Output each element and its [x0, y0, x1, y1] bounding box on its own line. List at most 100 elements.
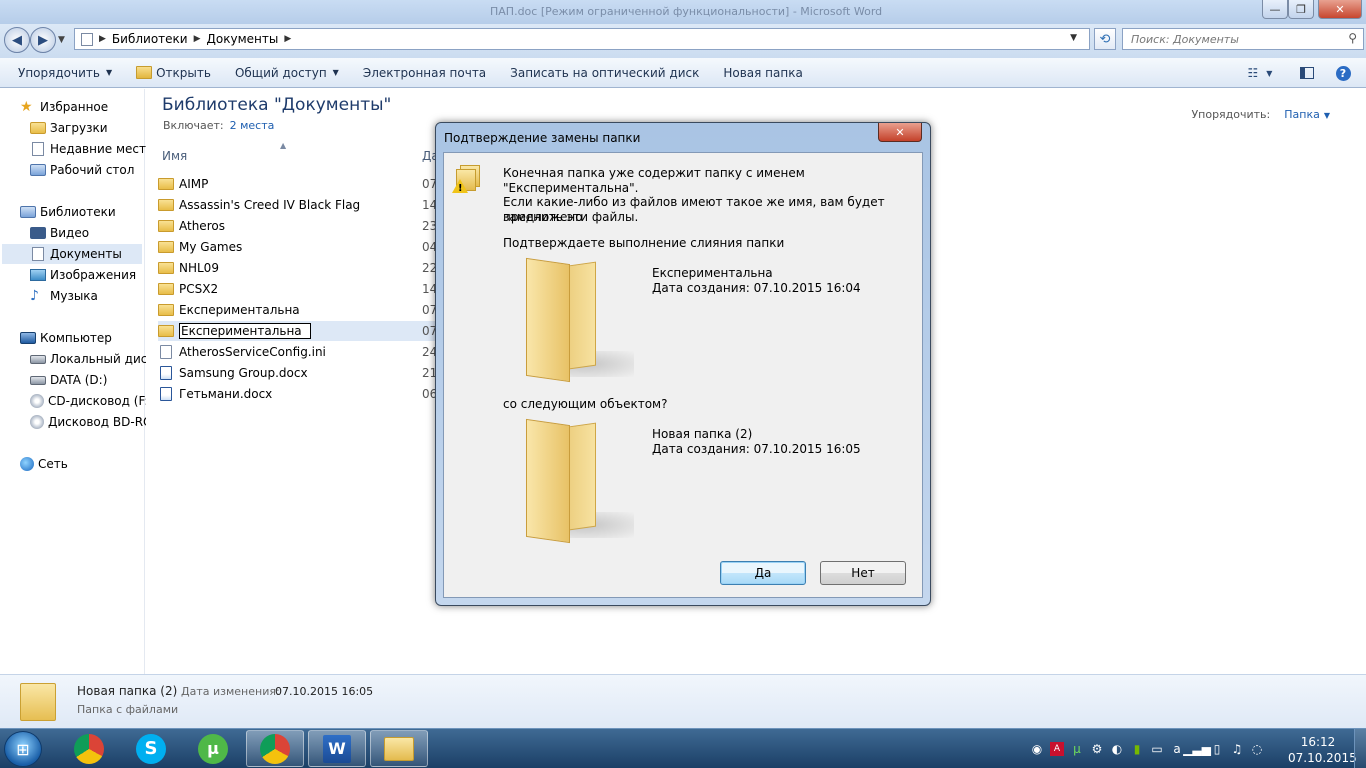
chevron-down-icon[interactable]: ▼ [1324, 111, 1330, 120]
back-button[interactable]: ◀ [4, 27, 30, 53]
chevron-down-icon: ▼ [332, 68, 339, 77]
volume-icon[interactable]: ♫ [1230, 742, 1244, 756]
share-button[interactable]: Общий доступ ▼ [223, 58, 351, 88]
nav-images[interactable]: Изображения [30, 265, 136, 285]
close-window-button[interactable]: ✕ [1318, 0, 1362, 19]
file-row[interactable]: My Games 04 [158, 237, 458, 257]
arrange-by: Упорядочить: Папка ▼ [1191, 108, 1330, 121]
nav-downloads[interactable]: Загрузки [30, 118, 108, 138]
breadcrumb-libraries[interactable]: Библиотеки [112, 32, 188, 46]
file-row[interactable]: AtherosServiceConfig.ini 24 [158, 342, 458, 362]
taskbar-chrome-2[interactable] [246, 730, 304, 767]
file-name: Samsung Group.docx [179, 366, 308, 380]
source-folder-date: Дата создания: 07.10.2015 16:04 [652, 281, 861, 295]
utorrent-tray-icon[interactable]: µ [1070, 742, 1084, 756]
rename-input[interactable]: Експериментальна [179, 323, 311, 339]
search-input[interactable]: Поиск: Документы ⚲ [1122, 28, 1364, 50]
breadcrumb-separator-icon[interactable]: ▶ [284, 34, 291, 44]
new-folder-label: Новая папка [723, 65, 803, 80]
nav-local-disk[interactable]: Локальный диск [30, 349, 155, 369]
start-button[interactable]: ⊞ [4, 731, 42, 767]
clock-date: 07.10.2015 [1288, 751, 1357, 765]
refresh-button[interactable]: ⟲ [1094, 28, 1116, 50]
taskbar-chrome[interactable] [60, 730, 118, 767]
drive-icon [30, 354, 46, 364]
nav-label: Дисковод BD-RO [48, 415, 153, 429]
file-row[interactable]: Assassin's Creed IV Black Flag 14 [158, 195, 458, 215]
minimize-button[interactable]: — [1262, 0, 1288, 19]
forward-button[interactable]: ▶ [30, 27, 56, 53]
column-header-name[interactable]: ▲ Имя [158, 141, 458, 167]
power-icon[interactable]: ▯ [1210, 742, 1224, 756]
preview-pane-button[interactable] [1296, 58, 1318, 88]
nav-data-d[interactable]: DATA (D:) [30, 370, 107, 390]
email-button[interactable]: Электронная почта [351, 58, 498, 88]
address-dropdown-icon[interactable]: ▼ [1070, 33, 1077, 43]
wifi-icon[interactable]: ◉ [1030, 742, 1044, 756]
search-icon[interactable]: ⚲ [1348, 31, 1357, 45]
word-document-icon [160, 387, 172, 401]
breadcrumb-separator-icon[interactable]: ▶ [99, 34, 106, 44]
nav-label: Избранное [40, 100, 109, 114]
arrange-value-link[interactable]: Папка [1284, 108, 1320, 121]
nav-computer[interactable]: Компьютер [20, 328, 112, 348]
taskbar-word[interactable]: W [308, 730, 366, 767]
taskbar-skype[interactable]: S [122, 730, 180, 767]
no-button[interactable]: Нет [820, 561, 906, 585]
nav-desktop[interactable]: Рабочий стол [30, 160, 134, 180]
steam-icon[interactable]: ⚙ [1090, 742, 1104, 756]
dialog-close-button[interactable]: ✕ [878, 123, 922, 142]
nav-documents[interactable]: Документы [2, 244, 142, 264]
battery-icon[interactable]: ▭ [1150, 742, 1164, 756]
language-icon[interactable]: ◌ [1250, 742, 1264, 756]
file-row[interactable]: Atheros 23 [158, 216, 458, 236]
file-row-selected[interactable]: Експериментальна 07 [158, 321, 458, 341]
new-folder-button[interactable]: Новая папка [711, 58, 814, 88]
nvidia-icon[interactable]: ▮ [1130, 742, 1144, 756]
view-options-button[interactable]: ☷ ▼ [1240, 58, 1280, 88]
includes-link[interactable]: 2 места [230, 119, 275, 132]
open-button[interactable]: Открыть [124, 58, 223, 88]
organize-button[interactable]: Упорядочить ▼ [0, 58, 124, 88]
nav-bd[interactable]: Дисковод BD-RO [30, 412, 152, 432]
source-folder-info: Експериментальна Дата создания: 07.10.20… [652, 266, 861, 296]
address-bar[interactable]: ▶ Библиотеки ▶ Документы ▶ ▼ [74, 28, 1090, 50]
yes-button[interactable]: Да [720, 561, 806, 585]
nav-label: Документы [50, 247, 122, 261]
acrobat-icon[interactable]: A [1050, 742, 1064, 756]
burn-label: Записать на оптический диск [510, 65, 700, 80]
nav-recent[interactable]: Недавние места [30, 139, 153, 159]
dialog-message-1: Конечная папка уже содержит папку с имен… [503, 166, 805, 195]
file-row[interactable]: NHL09 22 [158, 258, 458, 278]
taskbar-utorrent[interactable]: µ [184, 730, 242, 767]
clock[interactable]: 16:12 07.10.2015 [1288, 734, 1357, 766]
file-row[interactable]: Експериментальна 07 [158, 300, 458, 320]
file-row[interactable]: Samsung Group.docx 21 [158, 363, 458, 383]
navigation-pane: ★ Избранное Загрузки Недавние места Рабоч… [0, 89, 155, 674]
nav-music[interactable]: ♪ Музыка [30, 286, 98, 306]
command-toolbar: Упорядочить ▼ Открыть Общий доступ ▼ Элект… [0, 58, 1366, 88]
nav-cd-f[interactable]: CD-дисковод (F:) [30, 391, 153, 411]
refresh-icon: ⟲ [1099, 31, 1111, 47]
maximize-button[interactable]: ❐ [1288, 0, 1314, 19]
documents-icon [32, 247, 44, 261]
help-button[interactable]: ? [1332, 58, 1354, 88]
signal-icon[interactable]: ▁▃▅ [1183, 742, 1211, 756]
file-row[interactable]: Гетьмани.docx 06 [158, 384, 458, 404]
nav-libraries[interactable]: Библиотеки [20, 202, 116, 222]
nav-video[interactable]: Видео [30, 223, 89, 243]
file-row[interactable]: AIMP 07 [158, 174, 458, 194]
breadcrumb-separator-icon[interactable]: ▶ [194, 34, 201, 44]
burn-button[interactable]: Записать на оптический диск [498, 58, 711, 88]
eye-icon[interactable]: ◐ [1110, 742, 1124, 756]
show-desktop-button[interactable] [1354, 729, 1366, 768]
nav-network[interactable]: Сеть [20, 454, 68, 474]
history-dropdown-icon[interactable]: ▼ [58, 35, 65, 45]
breadcrumb-documents[interactable]: Документы [207, 32, 279, 46]
nav-favorites[interactable]: ★ Избранное [20, 97, 108, 117]
update-icon[interactable]: a [1170, 742, 1184, 756]
taskbar-explorer[interactable] [370, 730, 428, 767]
clock-time: 16:12 [1300, 735, 1336, 749]
window-title: ПАП.doc [Режим ограниченной функциональн… [490, 5, 883, 18]
file-row[interactable]: PCSX2 14 [158, 279, 458, 299]
